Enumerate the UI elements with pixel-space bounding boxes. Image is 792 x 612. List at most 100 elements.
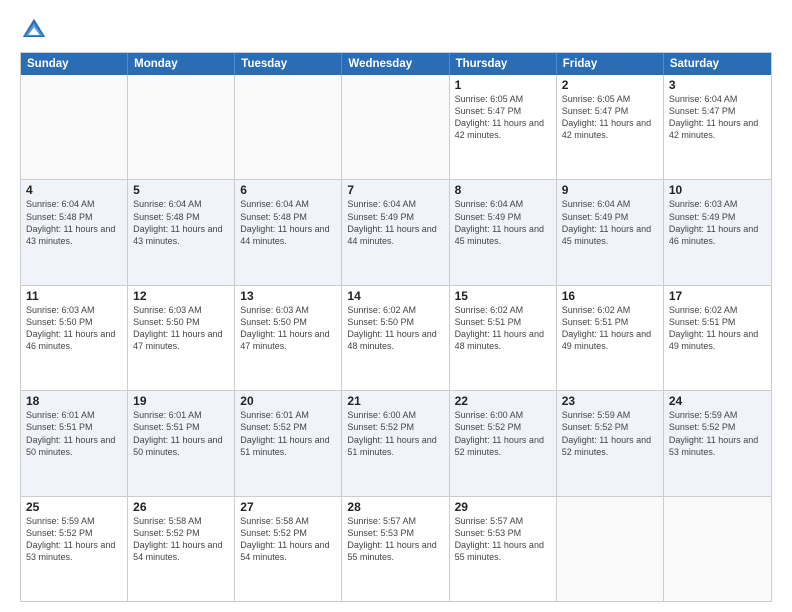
header <box>20 16 772 44</box>
cal-cell: 3Sunrise: 6:04 AM Sunset: 5:47 PM Daylig… <box>664 75 771 179</box>
cal-cell <box>664 497 771 601</box>
cell-text: Sunrise: 5:59 AM Sunset: 5:52 PM Dayligh… <box>26 515 122 564</box>
day-number: 22 <box>455 394 551 408</box>
day-number: 2 <box>562 78 658 92</box>
header-day-thursday: Thursday <box>450 53 557 75</box>
cell-text: Sunrise: 6:02 AM Sunset: 5:51 PM Dayligh… <box>669 304 766 353</box>
cell-text: Sunrise: 6:05 AM Sunset: 5:47 PM Dayligh… <box>455 93 551 142</box>
cal-cell: 27Sunrise: 5:58 AM Sunset: 5:52 PM Dayli… <box>235 497 342 601</box>
cal-cell: 24Sunrise: 5:59 AM Sunset: 5:52 PM Dayli… <box>664 391 771 495</box>
day-number: 16 <box>562 289 658 303</box>
cell-text: Sunrise: 6:04 AM Sunset: 5:49 PM Dayligh… <box>347 198 443 247</box>
cal-cell: 18Sunrise: 6:01 AM Sunset: 5:51 PM Dayli… <box>21 391 128 495</box>
cal-cell <box>21 75 128 179</box>
cell-text: Sunrise: 5:59 AM Sunset: 5:52 PM Dayligh… <box>669 409 766 458</box>
day-number: 12 <box>133 289 229 303</box>
cell-text: Sunrise: 6:02 AM Sunset: 5:51 PM Dayligh… <box>562 304 658 353</box>
cell-text: Sunrise: 6:01 AM Sunset: 5:51 PM Dayligh… <box>26 409 122 458</box>
cal-row-2: 11Sunrise: 6:03 AM Sunset: 5:50 PM Dayli… <box>21 286 771 391</box>
cell-text: Sunrise: 6:01 AM Sunset: 5:52 PM Dayligh… <box>240 409 336 458</box>
cal-cell: 17Sunrise: 6:02 AM Sunset: 5:51 PM Dayli… <box>664 286 771 390</box>
cal-cell: 5Sunrise: 6:04 AM Sunset: 5:48 PM Daylig… <box>128 180 235 284</box>
day-number: 3 <box>669 78 766 92</box>
cell-text: Sunrise: 6:04 AM Sunset: 5:47 PM Dayligh… <box>669 93 766 142</box>
header-day-saturday: Saturday <box>664 53 771 75</box>
cal-cell: 14Sunrise: 6:02 AM Sunset: 5:50 PM Dayli… <box>342 286 449 390</box>
cal-cell: 13Sunrise: 6:03 AM Sunset: 5:50 PM Dayli… <box>235 286 342 390</box>
cell-text: Sunrise: 6:04 AM Sunset: 5:48 PM Dayligh… <box>133 198 229 247</box>
day-number: 14 <box>347 289 443 303</box>
cal-row-3: 18Sunrise: 6:01 AM Sunset: 5:51 PM Dayli… <box>21 391 771 496</box>
cell-text: Sunrise: 5:57 AM Sunset: 5:53 PM Dayligh… <box>347 515 443 564</box>
cal-cell: 8Sunrise: 6:04 AM Sunset: 5:49 PM Daylig… <box>450 180 557 284</box>
cal-cell: 6Sunrise: 6:04 AM Sunset: 5:48 PM Daylig… <box>235 180 342 284</box>
cal-cell <box>342 75 449 179</box>
cell-text: Sunrise: 6:04 AM Sunset: 5:48 PM Dayligh… <box>26 198 122 247</box>
cell-text: Sunrise: 6:02 AM Sunset: 5:50 PM Dayligh… <box>347 304 443 353</box>
cell-text: Sunrise: 6:04 AM Sunset: 5:49 PM Dayligh… <box>562 198 658 247</box>
day-number: 1 <box>455 78 551 92</box>
cell-text: Sunrise: 5:58 AM Sunset: 5:52 PM Dayligh… <box>240 515 336 564</box>
day-number: 4 <box>26 183 122 197</box>
calendar-body: 1Sunrise: 6:05 AM Sunset: 5:47 PM Daylig… <box>21 75 771 601</box>
logo <box>20 16 52 44</box>
day-number: 19 <box>133 394 229 408</box>
header-day-monday: Monday <box>128 53 235 75</box>
cell-text: Sunrise: 6:02 AM Sunset: 5:51 PM Dayligh… <box>455 304 551 353</box>
cal-row-1: 4Sunrise: 6:04 AM Sunset: 5:48 PM Daylig… <box>21 180 771 285</box>
cell-text: Sunrise: 6:01 AM Sunset: 5:51 PM Dayligh… <box>133 409 229 458</box>
header-day-sunday: Sunday <box>21 53 128 75</box>
cal-cell: 23Sunrise: 5:59 AM Sunset: 5:52 PM Dayli… <box>557 391 664 495</box>
cal-cell: 16Sunrise: 6:02 AM Sunset: 5:51 PM Dayli… <box>557 286 664 390</box>
cal-cell: 7Sunrise: 6:04 AM Sunset: 5:49 PM Daylig… <box>342 180 449 284</box>
cal-row-4: 25Sunrise: 5:59 AM Sunset: 5:52 PM Dayli… <box>21 497 771 601</box>
day-number: 21 <box>347 394 443 408</box>
day-number: 13 <box>240 289 336 303</box>
cal-cell: 15Sunrise: 6:02 AM Sunset: 5:51 PM Dayli… <box>450 286 557 390</box>
cal-cell: 22Sunrise: 6:00 AM Sunset: 5:52 PM Dayli… <box>450 391 557 495</box>
cal-cell: 29Sunrise: 5:57 AM Sunset: 5:53 PM Dayli… <box>450 497 557 601</box>
cell-text: Sunrise: 6:03 AM Sunset: 5:50 PM Dayligh… <box>26 304 122 353</box>
cell-text: Sunrise: 6:05 AM Sunset: 5:47 PM Dayligh… <box>562 93 658 142</box>
day-number: 20 <box>240 394 336 408</box>
cell-text: Sunrise: 6:03 AM Sunset: 5:50 PM Dayligh… <box>240 304 336 353</box>
cal-cell <box>235 75 342 179</box>
cal-cell: 12Sunrise: 6:03 AM Sunset: 5:50 PM Dayli… <box>128 286 235 390</box>
day-number: 6 <box>240 183 336 197</box>
day-number: 23 <box>562 394 658 408</box>
day-number: 18 <box>26 394 122 408</box>
page: SundayMondayTuesdayWednesdayThursdayFrid… <box>0 0 792 612</box>
cal-cell: 25Sunrise: 5:59 AM Sunset: 5:52 PM Dayli… <box>21 497 128 601</box>
cal-cell: 1Sunrise: 6:05 AM Sunset: 5:47 PM Daylig… <box>450 75 557 179</box>
cell-text: Sunrise: 6:04 AM Sunset: 5:49 PM Dayligh… <box>455 198 551 247</box>
header-day-tuesday: Tuesday <box>235 53 342 75</box>
day-number: 26 <box>133 500 229 514</box>
day-number: 15 <box>455 289 551 303</box>
day-number: 10 <box>669 183 766 197</box>
cell-text: Sunrise: 5:59 AM Sunset: 5:52 PM Dayligh… <box>562 409 658 458</box>
logo-icon <box>20 16 48 44</box>
cal-cell: 11Sunrise: 6:03 AM Sunset: 5:50 PM Dayli… <box>21 286 128 390</box>
cal-cell: 21Sunrise: 6:00 AM Sunset: 5:52 PM Dayli… <box>342 391 449 495</box>
cell-text: Sunrise: 6:03 AM Sunset: 5:50 PM Dayligh… <box>133 304 229 353</box>
cal-cell: 28Sunrise: 5:57 AM Sunset: 5:53 PM Dayli… <box>342 497 449 601</box>
day-number: 5 <box>133 183 229 197</box>
calendar: SundayMondayTuesdayWednesdayThursdayFrid… <box>20 52 772 602</box>
day-number: 27 <box>240 500 336 514</box>
cell-text: Sunrise: 6:00 AM Sunset: 5:52 PM Dayligh… <box>347 409 443 458</box>
day-number: 24 <box>669 394 766 408</box>
day-number: 7 <box>347 183 443 197</box>
cell-text: Sunrise: 6:03 AM Sunset: 5:49 PM Dayligh… <box>669 198 766 247</box>
day-number: 17 <box>669 289 766 303</box>
calendar-header: SundayMondayTuesdayWednesdayThursdayFrid… <box>21 53 771 75</box>
day-number: 29 <box>455 500 551 514</box>
cal-cell: 26Sunrise: 5:58 AM Sunset: 5:52 PM Dayli… <box>128 497 235 601</box>
header-day-wednesday: Wednesday <box>342 53 449 75</box>
cal-cell: 4Sunrise: 6:04 AM Sunset: 5:48 PM Daylig… <box>21 180 128 284</box>
cal-cell: 2Sunrise: 6:05 AM Sunset: 5:47 PM Daylig… <box>557 75 664 179</box>
day-number: 25 <box>26 500 122 514</box>
header-day-friday: Friday <box>557 53 664 75</box>
cal-cell: 10Sunrise: 6:03 AM Sunset: 5:49 PM Dayli… <box>664 180 771 284</box>
cell-text: Sunrise: 6:04 AM Sunset: 5:48 PM Dayligh… <box>240 198 336 247</box>
day-number: 28 <box>347 500 443 514</box>
